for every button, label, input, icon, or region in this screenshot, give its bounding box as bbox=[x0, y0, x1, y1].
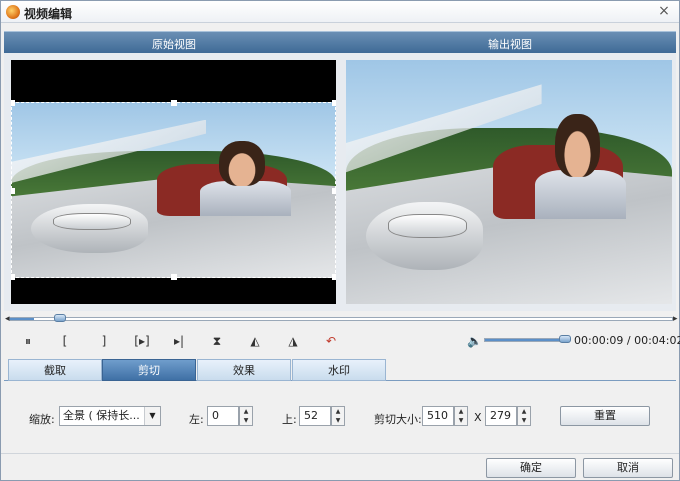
crop-height-spin-buttons[interactable]: ▲ ▼ bbox=[517, 406, 531, 426]
title-bar: 视频编辑 × bbox=[1, 1, 679, 23]
tab-bar: 截取 剪切 效果 水印 bbox=[4, 359, 676, 381]
volume-fill bbox=[485, 339, 568, 341]
original-video-preview[interactable] bbox=[11, 60, 336, 304]
left-spin-buttons[interactable]: ▲ ▼ bbox=[239, 406, 253, 426]
chevron-down-icon[interactable]: ▼ bbox=[144, 407, 160, 425]
next-frame-icon[interactable]: [▸] bbox=[129, 331, 155, 351]
mark-out-icon[interactable]: ] bbox=[93, 331, 115, 351]
crop-handle-top-right[interactable] bbox=[332, 100, 336, 106]
spin-up-icon[interactable]: ▲ bbox=[455, 407, 467, 416]
crop-handle-middle-left[interactable] bbox=[11, 188, 15, 194]
crop-height-input[interactable]: 279 bbox=[485, 406, 517, 426]
app-icon bbox=[6, 5, 20, 19]
pause-icon[interactable]: ⏸ bbox=[17, 331, 39, 351]
crop-handle-top-center[interactable] bbox=[171, 100, 177, 106]
crop-handle-middle-right[interactable] bbox=[332, 188, 336, 194]
timeline-slider[interactable]: ◂ ▸ bbox=[5, 314, 678, 324]
crop-size-label: 剪切大小: bbox=[374, 413, 422, 426]
crop-panel: 缩放: 全景 ( 保持长... ▼ 左: 0 ▲ ▼ 上: 52 ▲ ▼ 剪切大小:… bbox=[4, 382, 676, 450]
reset-button[interactable]: 重置 bbox=[560, 406, 650, 426]
tab-watermark[interactable]: 水印 bbox=[292, 359, 386, 381]
timeline-end-marker[interactable]: ▸ bbox=[673, 313, 678, 325]
volume-slider[interactable] bbox=[484, 335, 571, 343]
crop-width-input[interactable]: 510 bbox=[422, 406, 454, 426]
spin-down-icon[interactable]: ▼ bbox=[455, 416, 467, 425]
crop-selection-box[interactable] bbox=[11, 100, 336, 280]
timeline-start-marker[interactable]: ◂ bbox=[5, 313, 10, 325]
view-header: 原始视图 输出视图 bbox=[4, 31, 676, 53]
preview-area bbox=[4, 53, 676, 311]
rotate-left-icon[interactable]: ◭ bbox=[244, 331, 266, 351]
video-frame bbox=[346, 60, 672, 304]
tab-crop[interactable]: 剪切 bbox=[102, 359, 196, 381]
tab-capture[interactable]: 截取 bbox=[8, 359, 102, 381]
output-video-preview bbox=[346, 60, 672, 304]
volume-track[interactable] bbox=[484, 338, 569, 342]
spin-up-icon[interactable]: ▲ bbox=[240, 407, 252, 416]
spin-down-icon[interactable]: ▼ bbox=[332, 416, 344, 425]
timeline-track[interactable] bbox=[9, 317, 673, 321]
undo-icon[interactable]: ↶ bbox=[320, 331, 342, 351]
timeline-thumb[interactable] bbox=[53, 314, 66, 322]
crop-handle-bottom-left[interactable] bbox=[11, 274, 15, 280]
left-input[interactable]: 0 bbox=[207, 406, 239, 426]
video-edit-window: 视频编辑 × 原始视图 输出视图 ◂ ▸ ⏸ [] [▸] ▸| ⧗ ◭ ◮ … bbox=[0, 0, 680, 481]
left-label: 左: bbox=[189, 413, 204, 426]
spin-down-icon[interactable]: ▼ bbox=[518, 416, 530, 425]
timeline-progress-fill bbox=[10, 318, 35, 320]
mark-in-icon[interactable]: [ bbox=[54, 331, 76, 351]
crop-handle-top-left[interactable] bbox=[11, 100, 15, 106]
crop-handle-bottom-center[interactable] bbox=[171, 274, 177, 280]
top-input[interactable]: 52 bbox=[299, 406, 331, 426]
zoom-select[interactable]: 全景 ( 保持长... ▼ bbox=[59, 406, 161, 426]
window-title: 视频编辑 bbox=[24, 7, 73, 21]
output-view-label: 输出视图 bbox=[488, 38, 532, 51]
dialog-footer: 确定 取消 bbox=[1, 453, 679, 480]
spin-up-icon[interactable]: ▲ bbox=[518, 407, 530, 416]
ok-button[interactable]: 确定 bbox=[486, 458, 576, 478]
cancel-button[interactable]: 取消 bbox=[583, 458, 673, 478]
split-icon[interactable]: ⧗ bbox=[206, 331, 228, 351]
go-end-icon[interactable]: ▸| bbox=[168, 331, 190, 351]
spin-down-icon[interactable]: ▼ bbox=[240, 416, 252, 425]
top-label: 上: bbox=[282, 413, 297, 426]
zoom-label: 缩放: bbox=[29, 413, 55, 426]
close-button[interactable]: × bbox=[655, 2, 673, 20]
spin-up-icon[interactable]: ▲ bbox=[332, 407, 344, 416]
zoom-select-value: 全景 ( 保持长... bbox=[63, 409, 140, 422]
crop-width-spin-buttons[interactable]: ▲ ▼ bbox=[454, 406, 468, 426]
crop-handle-bottom-right[interactable] bbox=[332, 274, 336, 280]
top-spin-buttons[interactable]: ▲ ▼ bbox=[331, 406, 345, 426]
time-display: 00:00:09 / 00:04:02 bbox=[574, 334, 680, 347]
original-view-label: 原始视图 bbox=[152, 38, 196, 51]
tab-effects[interactable]: 效果 bbox=[197, 359, 291, 381]
rotate-right-icon[interactable]: ◮ bbox=[282, 331, 304, 351]
volume-thumb[interactable] bbox=[559, 335, 571, 343]
size-separator: X bbox=[474, 411, 482, 424]
volume-icon[interactable]: 🔈 bbox=[467, 334, 482, 348]
